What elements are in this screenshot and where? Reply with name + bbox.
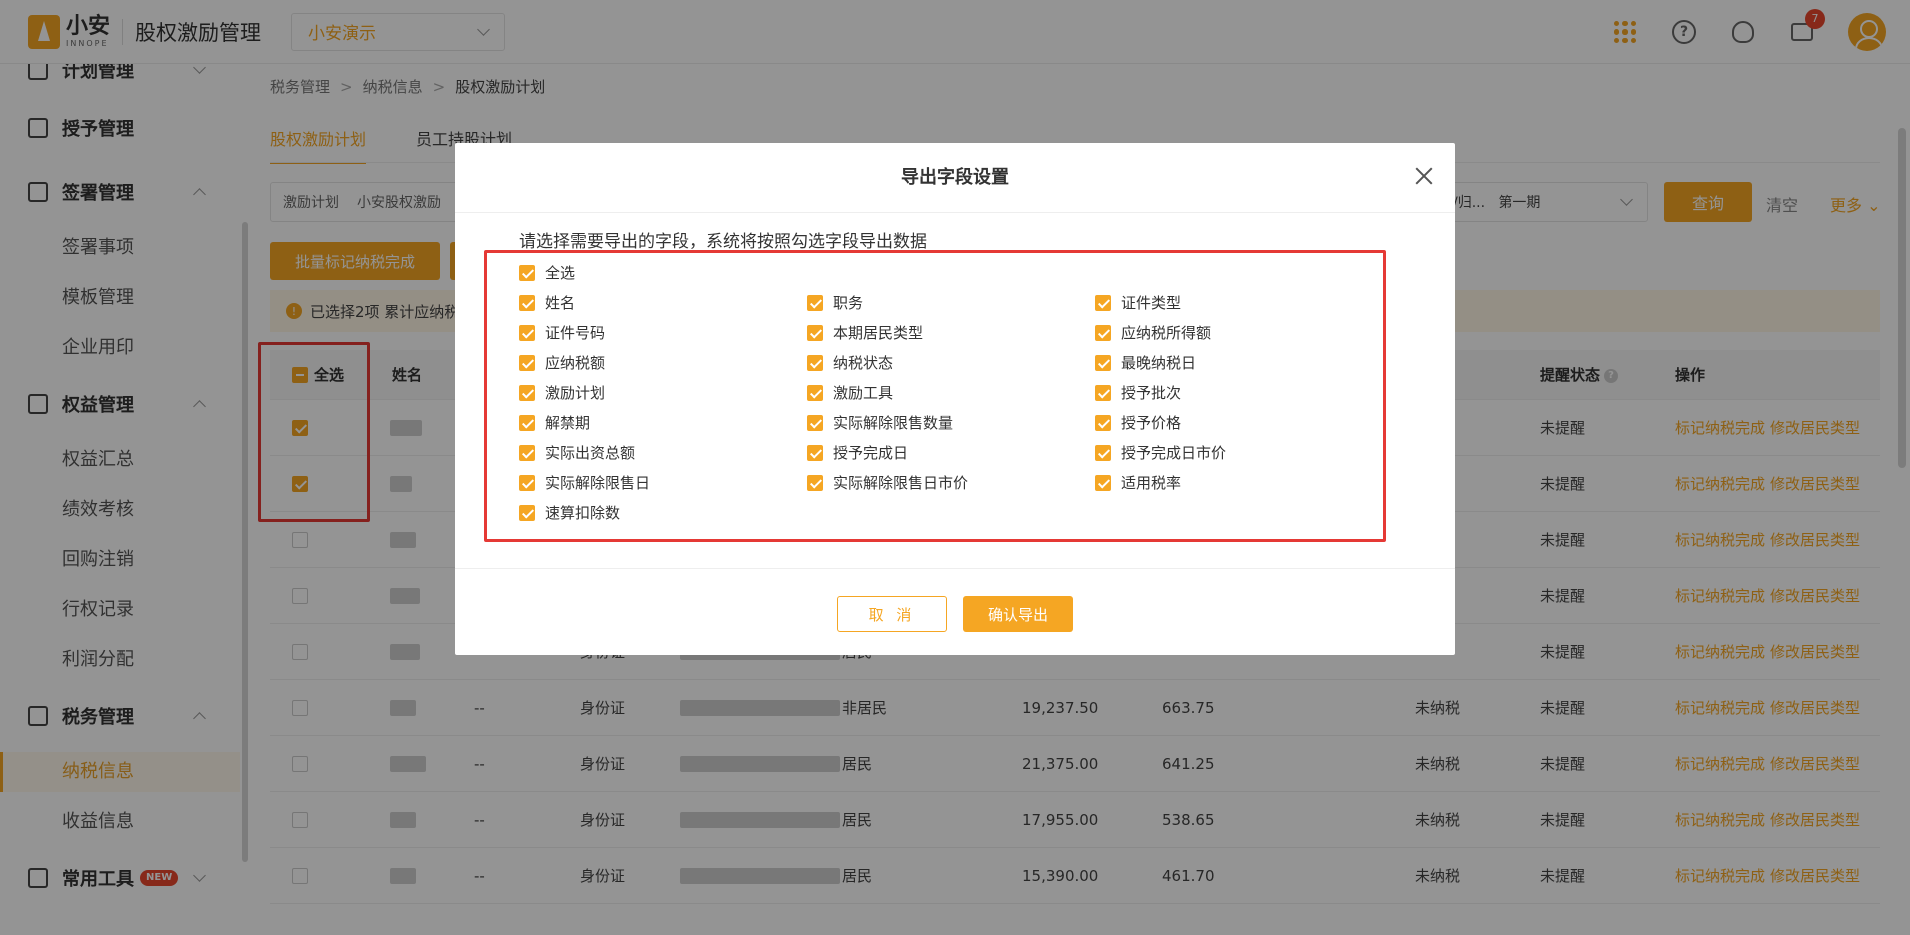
field-label: 授予完成日市价 bbox=[1121, 444, 1227, 462]
export-field-option[interactable]: 授予完成日 bbox=[807, 442, 908, 463]
export-field-option[interactable]: 证件类型 bbox=[1095, 292, 1181, 313]
field-label: 实际解除限售日市价 bbox=[833, 474, 969, 492]
export-field-option[interactable]: 激励工具 bbox=[807, 382, 893, 403]
export-field-option[interactable]: 纳税状态 bbox=[807, 352, 893, 373]
field-select-all[interactable]: 全选 bbox=[519, 262, 575, 283]
export-field-option[interactable]: 速算扣除数 bbox=[519, 502, 620, 523]
export-field-option[interactable]: 应纳税额 bbox=[519, 352, 605, 373]
export-field-option[interactable]: 姓名 bbox=[519, 292, 575, 313]
close-icon[interactable] bbox=[1415, 167, 1433, 185]
export-field-option[interactable]: 激励计划 bbox=[519, 382, 605, 403]
field-label: 授予价格 bbox=[1121, 414, 1182, 432]
field-checkbox[interactable] bbox=[519, 324, 535, 341]
field-label: 证件号码 bbox=[545, 324, 606, 342]
field-label: 最晚纳税日 bbox=[1121, 354, 1197, 372]
field-checkbox[interactable] bbox=[1095, 354, 1111, 371]
export-field-option[interactable]: 实际解除限售日市价 bbox=[807, 472, 968, 493]
field-label: 适用税率 bbox=[1121, 474, 1182, 492]
field-checkbox[interactable] bbox=[519, 354, 535, 371]
field-checkbox[interactable] bbox=[519, 444, 535, 461]
export-field-option[interactable]: 实际解除限售日 bbox=[519, 472, 650, 493]
export-field-option[interactable]: 应纳税所得额 bbox=[1095, 322, 1211, 343]
field-checkbox[interactable] bbox=[807, 294, 823, 311]
field-checkbox[interactable] bbox=[519, 504, 535, 521]
field-checkbox[interactable] bbox=[1095, 324, 1111, 341]
export-fields-dialog: 导出字段设置 请选择需要导出的字段，系统将按照勾选字段导出数据 全选 姓名 职务证… bbox=[455, 143, 1455, 655]
field-checkbox[interactable] bbox=[807, 474, 823, 491]
export-field-option[interactable]: 实际解除限售数量 bbox=[807, 412, 953, 433]
field-label: 应纳税所得额 bbox=[1121, 324, 1212, 342]
field-checkbox[interactable] bbox=[1095, 444, 1111, 461]
field-label: 激励计划 bbox=[545, 384, 606, 402]
export-field-option[interactable]: 职务 bbox=[807, 292, 863, 313]
field-checkbox[interactable] bbox=[519, 294, 535, 311]
field-label: 实际出资总额 bbox=[545, 444, 636, 462]
field-checkbox[interactable] bbox=[519, 384, 535, 401]
export-field-option[interactable]: 授予价格 bbox=[1095, 412, 1181, 433]
field-label: 实际解除限售数量 bbox=[833, 414, 954, 432]
field-label: 授予批次 bbox=[1121, 384, 1182, 402]
field-checkbox[interactable] bbox=[807, 354, 823, 371]
export-field-option[interactable]: 授予完成日市价 bbox=[1095, 442, 1226, 463]
field-label: 速算扣除数 bbox=[545, 504, 621, 522]
field-checkbox[interactable] bbox=[807, 414, 823, 431]
dialog-description: 请选择需要导出的字段，系统将按照勾选字段导出数据 bbox=[519, 232, 927, 252]
field-selection-box bbox=[484, 250, 1386, 542]
field-label: 本期居民类型 bbox=[833, 324, 924, 342]
field-checkbox[interactable] bbox=[1095, 474, 1111, 491]
field-checkbox[interactable] bbox=[519, 414, 535, 431]
field-label: 姓名 bbox=[545, 294, 576, 312]
export-field-option[interactable]: 实际出资总额 bbox=[519, 442, 635, 463]
export-field-option[interactable]: 本期居民类型 bbox=[807, 322, 923, 343]
field-label: 纳税状态 bbox=[833, 354, 894, 372]
field-checkbox[interactable] bbox=[1095, 294, 1111, 311]
export-field-option[interactable]: 授予批次 bbox=[1095, 382, 1181, 403]
field-label: 实际解除限售日 bbox=[545, 474, 651, 492]
confirm-export-button[interactable]: 确认导出 bbox=[963, 596, 1073, 632]
field-label: 解禁期 bbox=[545, 414, 591, 432]
export-field-option[interactable]: 解禁期 bbox=[519, 412, 590, 433]
select-all-checkbox[interactable] bbox=[519, 264, 535, 281]
field-checkbox[interactable] bbox=[807, 444, 823, 461]
cancel-button[interactable]: 取 消 bbox=[837, 596, 947, 632]
field-label: 授予完成日 bbox=[833, 444, 909, 462]
export-field-option[interactable]: 证件号码 bbox=[519, 322, 605, 343]
field-checkbox[interactable] bbox=[519, 474, 535, 491]
field-label: 应纳税额 bbox=[545, 354, 606, 372]
field-checkbox[interactable] bbox=[1095, 384, 1111, 401]
field-checkbox[interactable] bbox=[807, 324, 823, 341]
field-checkbox[interactable] bbox=[807, 384, 823, 401]
field-label: 激励工具 bbox=[833, 384, 894, 402]
export-field-option[interactable]: 适用税率 bbox=[1095, 472, 1181, 493]
dialog-footer-divider bbox=[455, 568, 1455, 569]
dialog-title: 导出字段设置 bbox=[455, 143, 1455, 213]
field-label: 证件类型 bbox=[1121, 294, 1182, 312]
field-checkbox[interactable] bbox=[1095, 414, 1111, 431]
field-label: 职务 bbox=[833, 294, 864, 312]
export-field-option[interactable]: 最晚纳税日 bbox=[1095, 352, 1196, 373]
